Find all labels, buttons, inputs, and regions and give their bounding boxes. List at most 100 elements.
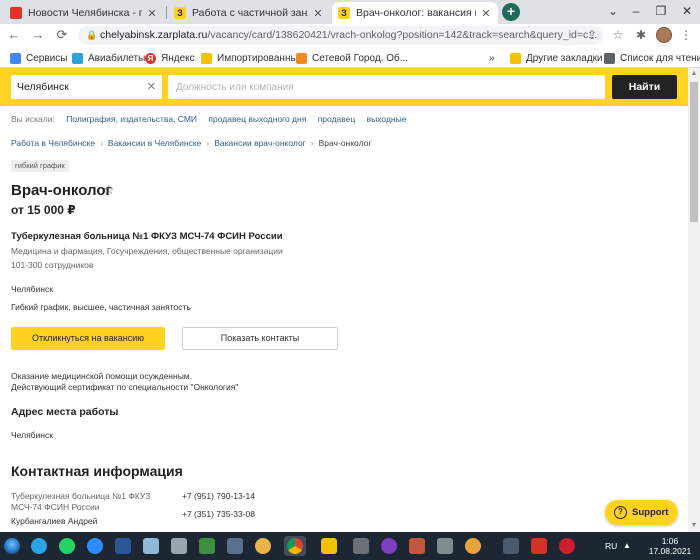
taskbar-pdf[interactable] xyxy=(528,536,550,556)
zoom-icon xyxy=(87,538,103,554)
extensions-icon[interactable]: ✱ xyxy=(633,27,649,43)
menu-icon[interactable]: ⋮ xyxy=(678,27,694,43)
paint-icon xyxy=(255,538,271,554)
profile-avatar[interactable] xyxy=(656,27,672,43)
chevron-right-icon: › xyxy=(310,138,314,148)
support-button[interactable]: ? Support xyxy=(605,500,678,525)
bookmark-label: Список для чтения xyxy=(620,52,700,64)
system-clock[interactable]: 1:06 17.08.2021 xyxy=(644,536,696,556)
page-title: Врач-онколог xyxy=(11,182,112,199)
reading-list-icon xyxy=(604,52,615,64)
whatsapp-icon xyxy=(59,538,75,554)
apply-button[interactable]: Откликнуться на вакансию xyxy=(11,327,165,350)
scroll-thumb[interactable] xyxy=(690,82,698,222)
reading-list[interactable]: Список для чтения xyxy=(604,51,700,65)
search-history-item[interactable]: продавец выходного дня xyxy=(208,114,306,124)
bookmark-star-icon[interactable]: ☆ xyxy=(610,27,626,43)
bookmarks-overflow[interactable]: » xyxy=(489,51,495,65)
page-scrollbar[interactable]: ▲ ▼ xyxy=(688,68,700,532)
close-icon[interactable]: ✕ xyxy=(146,7,158,20)
taskbar-opera[interactable] xyxy=(556,536,578,556)
bookmark-network-city[interactable]: Сетевой Город. Об... xyxy=(296,51,408,65)
language-indicator[interactable]: RU xyxy=(605,541,617,551)
close-window-icon[interactable]: ✕ xyxy=(674,0,700,24)
breadcrumb-item[interactable]: Вакансии врач-онколог xyxy=(214,138,306,148)
taskbar-archive[interactable] xyxy=(500,536,522,556)
back-icon[interactable]: ← xyxy=(6,27,22,43)
search-history-label: Вы искали: xyxy=(11,114,55,124)
taskbar-acrobat[interactable] xyxy=(224,536,246,556)
close-icon[interactable]: ✕ xyxy=(312,7,324,20)
tab-news[interactable]: Новости Челябинска - главные ✕ xyxy=(4,2,164,24)
breadcrumb-item[interactable]: Работа в Челябинске xyxy=(11,138,95,148)
taskbar-notepad[interactable] xyxy=(140,536,162,556)
minimize-icon[interactable]: – xyxy=(623,0,649,24)
show-contacts-button[interactable]: Показать контакты xyxy=(182,327,338,350)
tray-icons[interactable]: ▲ xyxy=(623,541,634,550)
close-icon[interactable]: ✕ xyxy=(480,7,492,20)
taskbar-paint[interactable] xyxy=(252,536,274,556)
start-button-icon[interactable] xyxy=(4,538,20,554)
vacancy-city: Челябинск xyxy=(11,284,53,294)
taskbar-explorer[interactable] xyxy=(318,536,340,556)
bookmark-yandex[interactable]: Я Яндекс xyxy=(145,51,195,65)
bookmark-label: Сетевой Город. Об... xyxy=(312,52,409,64)
company-name[interactable]: Туберкулезная больница №1 ФКУЗ МСЧ-74 ФС… xyxy=(11,231,283,242)
find-button[interactable]: Найти xyxy=(612,75,677,99)
acrobat-icon xyxy=(227,538,243,554)
taskbar-images[interactable] xyxy=(406,536,428,556)
bookmark-flights[interactable]: Авиабилеты xyxy=(72,51,145,65)
search-history-item[interactable]: Полиграфия, издательства, СМИ xyxy=(66,114,197,124)
city-input[interactable]: Челябинск ✕ xyxy=(11,75,162,99)
taskbar-calculator[interactable] xyxy=(168,536,190,556)
maximize-icon[interactable]: ❐ xyxy=(648,0,674,24)
question-icon: ? xyxy=(614,506,627,519)
forward-icon[interactable]: → xyxy=(30,27,46,43)
search-history-item[interactable]: продавец xyxy=(318,114,356,124)
query-input[interactable] xyxy=(168,75,605,99)
address-bar[interactable]: 🔒 chelyabinsk.zarplata.ru/vacancy/card/1… xyxy=(78,26,603,45)
contact-phone[interactable]: +7 (951) 790-13-14 xyxy=(182,491,255,501)
bookmark-services[interactable]: Сервисы xyxy=(10,51,67,65)
reload-icon[interactable]: ⟳ xyxy=(54,27,70,43)
bookmark-imported[interactable]: Импортированны... xyxy=(201,51,306,65)
search-history-item[interactable]: выходные xyxy=(367,114,407,124)
address-city: Челябинск xyxy=(11,430,53,440)
taskbar-photos[interactable] xyxy=(196,536,218,556)
bookmark-label: Яндекс xyxy=(161,52,195,64)
scroll-down-icon[interactable]: ▼ xyxy=(688,520,700,532)
network-icon: ▲ xyxy=(623,541,634,550)
breadcrumb-item[interactable]: Вакансии в Челябинске xyxy=(108,138,201,148)
url-host: chelyabinsk.zarplata.ru xyxy=(100,29,208,41)
taskbar-vpn[interactable] xyxy=(462,536,484,556)
url-path: /vacancy/card/138620421/vrach-onkolog?po… xyxy=(207,29,598,41)
scroll-up-icon[interactable]: ▲ xyxy=(688,68,700,80)
taskbar-whatsapp[interactable] xyxy=(56,536,78,556)
tab-vacancy[interactable]: З Врач-онколог: вакансия компании ✕ xyxy=(332,2,498,24)
taskbar-word[interactable] xyxy=(112,536,134,556)
bookmarks-bar: Сервисы Авиабилеты Я Яндекс Импортирован… xyxy=(0,47,700,68)
clock-date: 17.08.2021 xyxy=(648,546,692,556)
bookmark-other[interactable]: Другие закладки xyxy=(510,51,603,65)
red-square-icon xyxy=(10,7,22,19)
taskbar-zoom[interactable] xyxy=(84,536,106,556)
browser-tab-strip: Новости Челябинска - главные ✕ З Работа … xyxy=(0,0,700,24)
tab-part-time-jobs[interactable]: З Работа с частичной занятостью ✕ xyxy=(168,2,330,24)
archive-icon xyxy=(503,538,519,554)
favorite-star-icon[interactable]: ☆ xyxy=(103,182,115,198)
taskbar-telegram[interactable] xyxy=(28,536,50,556)
new-tab-button[interactable]: + xyxy=(502,3,520,21)
share-icon[interactable]: ⇪ xyxy=(584,27,600,43)
bookmark-label: Авиабилеты xyxy=(88,52,146,64)
contact-organization: Туберкулезная больница №1 ФКУЗ МСЧ-74 ФС… xyxy=(11,491,150,513)
taskbar-chrome[interactable] xyxy=(284,536,306,556)
taskbar-editor[interactable] xyxy=(434,536,456,556)
taskbar-podcast[interactable] xyxy=(378,536,400,556)
taskbar-media[interactable] xyxy=(350,536,372,556)
contact-phone[interactable]: +7 (351) 735-33-08 xyxy=(182,509,255,519)
bookmark-label: Импортированны... xyxy=(217,52,306,64)
editor-icon xyxy=(437,538,453,554)
company-size: 101-300 сотрудников xyxy=(11,260,94,270)
vacancy-conditions: Гибкий график, высшее, частичная занятос… xyxy=(11,302,191,312)
clear-icon[interactable]: ✕ xyxy=(147,75,156,99)
